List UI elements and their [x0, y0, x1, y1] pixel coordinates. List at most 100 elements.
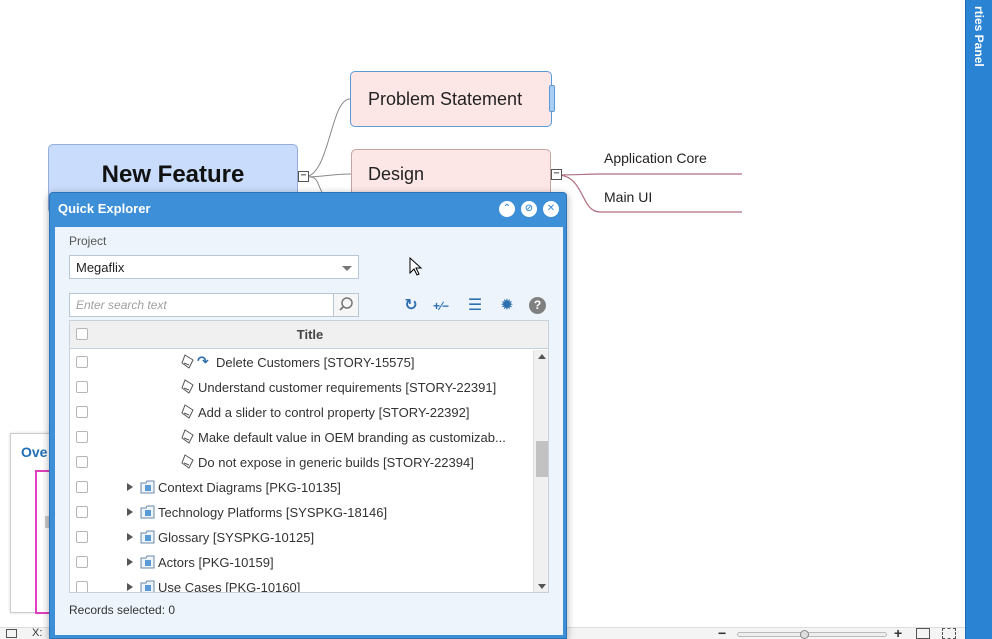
- row-title: Actors [PKG-10159]: [158, 555, 274, 570]
- collapse-up-icon[interactable]: ⌃: [499, 201, 515, 217]
- project-select-value: Megaflix: [76, 260, 125, 275]
- row-title: Delete Customers [STORY-15575]: [216, 355, 415, 370]
- table-row[interactable]: Context Diagrams [PKG-10135]: [70, 475, 532, 500]
- story-icon: [181, 379, 194, 394]
- gear-icon[interactable]: ✹: [497, 296, 517, 316]
- project-select[interactable]: Megaflix: [69, 255, 359, 279]
- row-title: Use Cases [PKG-10160]: [158, 580, 301, 593]
- link-design-appcore: [556, 173, 742, 176]
- link-root-problem: [303, 98, 351, 178]
- row-title: Context Diagrams [PKG-10135]: [158, 480, 341, 495]
- story-icon: [181, 454, 194, 469]
- quick-explorer-dialog[interactable]: Quick Explorer ⌃ ⊘ ✕ Project Megaflix ↻ …: [49, 192, 567, 639]
- row-title: Add a slider to control property [STORY-…: [198, 405, 470, 420]
- table-row[interactable]: Actors [PKG-10159]: [70, 550, 532, 575]
- refresh-icon[interactable]: ↻: [401, 296, 421, 316]
- expand-arrow-icon[interactable]: [127, 583, 133, 591]
- expand-arrow-icon[interactable]: [127, 533, 133, 541]
- list-icon[interactable]: ☰: [465, 296, 485, 316]
- x-coordinate-label: X:: [32, 627, 43, 639]
- records-selected: Records selected: 0: [69, 603, 175, 617]
- quick-explorer-header[interactable]: Quick Explorer ⌃ ⊘ ✕: [50, 193, 566, 225]
- help-icon[interactable]: ?: [529, 297, 546, 314]
- row-title: Make default value in OEM branding as cu…: [198, 430, 506, 445]
- package-icon: [140, 505, 155, 519]
- row-checkbox[interactable]: [76, 556, 88, 568]
- row-checkbox[interactable]: [76, 356, 88, 368]
- story-icon: [181, 404, 194, 419]
- scroll-up-icon[interactable]: [538, 354, 546, 359]
- mindmap-leaf-main-ui[interactable]: Main UI: [604, 189, 652, 205]
- package-icon: [140, 555, 155, 569]
- story-icon: [181, 429, 194, 444]
- quick-explorer-body: Project Megaflix ↻ +∕− ☰ ✹ ? Title: [55, 227, 563, 635]
- table-row[interactable]: Use Cases [PKG-10160]: [70, 575, 532, 593]
- link-arrow-icon: ↷: [197, 353, 209, 369]
- row-title: Do not expose in generic builds [STORY-2…: [198, 455, 474, 470]
- row-title: Glossary [SYSPKG-10125]: [158, 530, 315, 545]
- design-label: Design: [368, 163, 425, 184]
- table-row[interactable]: Glossary [SYSPKG-10125]: [70, 525, 532, 550]
- records-selected-label: Records selected:: [69, 603, 166, 617]
- quick-explorer-title: Quick Explorer: [58, 201, 151, 216]
- fit-page-icon[interactable]: [916, 628, 930, 639]
- mindmap-canvas[interactable]: New Feature − Problem Statement Design −…: [0, 0, 992, 639]
- row-title: Understand customer requirements [STORY-…: [198, 380, 497, 395]
- zoom-out-button[interactable]: −: [718, 625, 726, 639]
- table-row[interactable]: Make default value in OEM branding as cu…: [70, 425, 532, 450]
- table-row[interactable]: Do not expose in generic builds [STORY-2…: [70, 450, 532, 475]
- chevron-down-icon[interactable]: [342, 266, 352, 271]
- fit-screen-icon[interactable]: [6, 629, 17, 638]
- grid-header-title[interactable]: Title: [70, 327, 548, 342]
- row-title: Technology Platforms [SYSPKG-18146]: [158, 505, 388, 520]
- package-icon: [140, 530, 155, 544]
- root-collapse-button[interactable]: −: [298, 171, 309, 182]
- search-button[interactable]: [333, 293, 359, 317]
- design-collapse-button[interactable]: −: [551, 169, 562, 180]
- package-icon: [140, 580, 155, 592]
- scrollbar-thumb[interactable]: [536, 441, 548, 477]
- expand-arrow-icon[interactable]: [127, 508, 133, 516]
- search-icon: [339, 297, 353, 311]
- properties-panel-tab[interactable]: rties Panel: [965, 0, 992, 639]
- root-node-label: New Feature: [101, 161, 245, 188]
- explorer-grid: Title ↷ Delete Customers [STORY-15575] Und…: [69, 320, 549, 593]
- mouse-cursor-icon: [409, 257, 423, 276]
- project-label: Project: [69, 234, 107, 248]
- row-checkbox[interactable]: [76, 406, 88, 418]
- row-checkbox[interactable]: [76, 481, 88, 493]
- table-row[interactable]: ↷ Delete Customers [STORY-15575]: [70, 350, 532, 375]
- grid-header: Title: [70, 321, 548, 349]
- fullscreen-icon[interactable]: [942, 628, 956, 639]
- mindmap-node-problem-statement[interactable]: Problem Statement: [350, 71, 555, 127]
- close-icon[interactable]: ✕: [543, 201, 559, 217]
- problem-statement-label: Problem Statement: [368, 88, 523, 109]
- properties-panel-title: rties Panel: [972, 6, 986, 67]
- expand-arrow-icon[interactable]: [127, 483, 133, 491]
- row-checkbox[interactable]: [76, 381, 88, 393]
- mindmap-leaf-application-core[interactable]: Application Core: [604, 150, 707, 166]
- node-resize-handle[interactable]: [549, 85, 555, 112]
- records-selected-count: 0: [168, 603, 176, 617]
- table-row[interactable]: Technology Platforms [SYSPKG-18146]: [70, 500, 532, 525]
- grid-scrollbar[interactable]: [533, 350, 548, 592]
- row-checkbox[interactable]: [76, 506, 88, 518]
- package-icon: [140, 480, 155, 494]
- expand-collapse-icon[interactable]: +∕−: [431, 296, 451, 316]
- story-icon: [181, 354, 194, 369]
- search-input[interactable]: [69, 293, 334, 317]
- zoom-slider[interactable]: [737, 630, 887, 639]
- table-row[interactable]: Understand customer requirements [STORY-…: [70, 375, 532, 400]
- row-checkbox[interactable]: [76, 431, 88, 443]
- pin-icon[interactable]: ⊘: [521, 201, 537, 217]
- overview-tab-label[interactable]: Ove: [21, 444, 47, 460]
- row-checkbox[interactable]: [76, 531, 88, 543]
- table-row[interactable]: Add a slider to control property [STORY-…: [70, 400, 532, 425]
- row-checkbox[interactable]: [76, 581, 88, 592]
- row-checkbox[interactable]: [76, 456, 88, 468]
- link-root-down: [309, 176, 323, 193]
- zoom-in-button[interactable]: +: [894, 625, 902, 639]
- zoom-slider-thumb[interactable]: [800, 630, 809, 639]
- scroll-down-icon[interactable]: [538, 584, 546, 589]
- expand-arrow-icon[interactable]: [127, 558, 133, 566]
